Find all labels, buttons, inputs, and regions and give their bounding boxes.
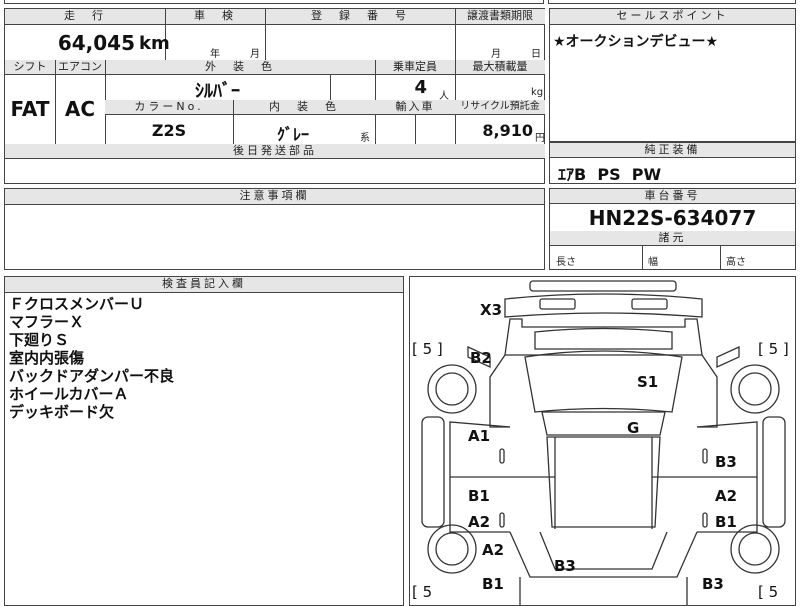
selling-points-box: セールスポイント ★オークションデビュー★: [549, 8, 796, 142]
inspector-line: ＦクロスメンバーＵ: [9, 295, 145, 313]
shaken-month-label: 月: [250, 49, 260, 60]
inspector-line: バックドアダンパー不良: [9, 367, 175, 385]
mark-x3: X3: [480, 301, 503, 319]
inspector-line: デッキボード欠: [9, 403, 115, 421]
inspector-header: 検査員記入欄: [5, 277, 403, 293]
notes-header: 注意事項欄: [5, 189, 544, 205]
mark-b2: B2: [470, 349, 492, 367]
mark-a2-lower: A2: [482, 541, 505, 559]
capacity-value: 4: [414, 77, 427, 98]
dimensions-header: 諸元: [550, 231, 795, 246]
selling-points-text: ★オークションデビュー★: [553, 34, 719, 50]
transfer-month-label: 月: [491, 49, 501, 60]
import-header: 輸入車: [375, 100, 455, 115]
mark-s1: S1: [637, 373, 659, 391]
mark-b1-bottom: B1: [482, 575, 504, 593]
recycle-unit: 円: [535, 133, 545, 144]
equipment-value: ｴｱB PS PW: [558, 165, 662, 184]
tire-left-top-label: [ 5 ]: [412, 340, 443, 358]
interior-header: 内 装 色: [233, 100, 375, 115]
inspector-line: 室内内張傷: [9, 349, 85, 367]
mileage-value: 64,045: [5, 31, 135, 55]
tire-right-top-label: [ 5 ]: [758, 340, 789, 358]
inspector-line: マフラーＸ: [9, 313, 85, 331]
selling-points-header: セールスポイント: [550, 9, 795, 25]
max-load-unit: kg: [531, 87, 544, 98]
tire-right-bottom-label: [ 5: [758, 583, 779, 601]
registration-header: 登 録 番 号: [265, 9, 455, 25]
exterior-header: 外 装 色: [105, 60, 375, 75]
inspector-lines: ＦクロスメンバーＵ マフラーＸ 下廻りＳ 室内内張傷 バックドアダンパー不良 ホ…: [9, 295, 174, 421]
notes-box: 注意事項欄: [4, 188, 545, 270]
shift-header: シフト: [5, 60, 55, 75]
tire-left-bottom-label: [ 5: [412, 583, 433, 601]
top-strip-right: [548, 0, 796, 4]
height-label: 高さ: [726, 257, 746, 268]
mileage-header: 走 行: [5, 9, 165, 25]
color-no-value: Z2S: [151, 121, 187, 140]
mark-a2-right: A2: [715, 487, 738, 505]
mark-a2-left: A2: [468, 513, 491, 531]
capacity-header: 乗車定員: [375, 60, 455, 75]
spec-table: 走 行 車 検 登 録 番 号 譲渡書類期限 64,045 km 年 月 月 日…: [4, 8, 545, 184]
shift-value: FAT: [10, 97, 50, 121]
interior-suffix: 系: [360, 133, 370, 144]
max-load-header: 最大積載量: [455, 60, 545, 75]
mark-g: G: [627, 419, 640, 437]
recycle-header: リサイクル預託金: [455, 100, 545, 115]
transfer-day-label: 日: [531, 49, 541, 60]
color-no-header: カラーNo.: [105, 100, 233, 115]
shaken-year-label: 年: [210, 49, 220, 60]
mileage-number: 64,045: [57, 31, 135, 55]
top-strip: [4, 0, 544, 4]
delivery-parts-header: 後日発送部品: [5, 144, 545, 159]
mark-a1: A1: [468, 427, 491, 445]
length-label: 長さ: [556, 257, 576, 268]
chassis-value: HN22S-634077: [588, 206, 757, 230]
chassis-header: 車台番号: [550, 189, 795, 204]
mark-b3-right: B3: [715, 453, 737, 471]
width-label: 幅: [648, 257, 658, 268]
mark-b1-right: B1: [715, 513, 737, 531]
mark-b1-left: B1: [468, 487, 490, 505]
equipment-box: 純正装備 ｴｱB PS PW: [549, 142, 796, 184]
aircon-header: エアコン: [55, 60, 105, 75]
car-diagram: [ 5 ] [ 5 ] [ 5 [ 5 X3 B2 S1 G A1 B3 B1 …: [409, 276, 796, 606]
inspector-line: ホイールカバーＡ: [9, 385, 129, 403]
aircon-value: AC: [64, 97, 96, 121]
chassis-box: 車台番号 HN22S-634077 諸元 長さ 幅 高さ: [549, 188, 796, 270]
mileage-unit: km: [139, 33, 170, 54]
mark-b3-center: B3: [554, 557, 576, 575]
inspector-line: 下廻りＳ: [9, 331, 70, 349]
transfer-header: 譲渡書類期限: [455, 9, 545, 25]
shaken-header: 車 検: [165, 9, 265, 25]
inspector-box: 検査員記入欄 ＦクロスメンバーＵ マフラーＸ 下廻りＳ 室内内張傷 バックドアダ…: [4, 276, 404, 606]
interior-value: ｸﾞﾚｰ: [276, 125, 309, 144]
recycle-value: 8,910: [482, 121, 533, 140]
equipment-header: 純正装備: [550, 143, 795, 158]
mark-b3-bottom: B3: [702, 575, 724, 593]
